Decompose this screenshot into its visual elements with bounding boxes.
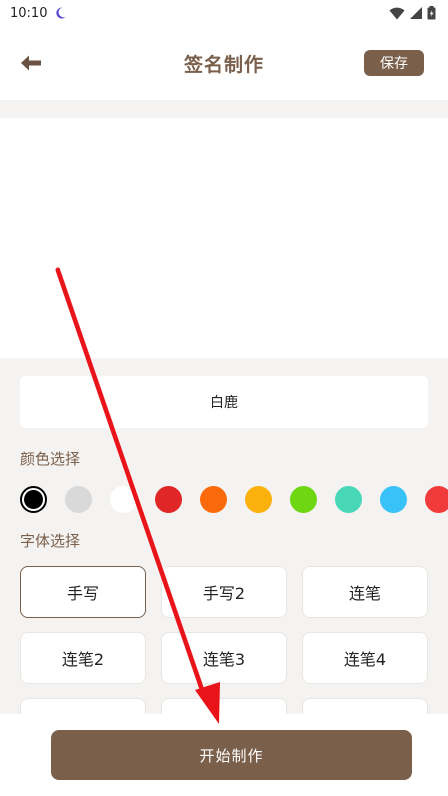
name-input[interactable]: 白鹿 — [20, 376, 428, 428]
bottom-bar: 开始制作 — [0, 714, 448, 796]
color-swatch[interactable] — [65, 485, 92, 513]
save-button[interactable]: 保存 — [364, 50, 424, 76]
wifi-icon — [389, 7, 405, 20]
color-swatch[interactable] — [245, 485, 272, 513]
status-left: 10:10 — [10, 6, 67, 21]
settings-panel: 白鹿 颜色选择 字体选择 手写 手写2 连笔连笔2 连笔3 连笔4 — [0, 358, 448, 718]
status-time: 10:10 — [10, 5, 48, 21]
status-right — [389, 6, 436, 20]
battery-icon — [427, 6, 436, 20]
color-swatch[interactable] — [380, 485, 407, 513]
selected-color-dot — [24, 489, 43, 509]
color-swatch[interactable] — [425, 485, 448, 513]
header: 签名制作 保存 — [0, 26, 448, 100]
signal-icon — [410, 7, 422, 19]
color-row — [20, 484, 448, 514]
status-bar: 10:10 — [0, 0, 448, 26]
font-grid: 手写 手写2 连笔连笔2 连笔3 连笔4 — [20, 566, 428, 718]
color-swatch[interactable] — [20, 485, 47, 513]
moon-icon — [53, 6, 67, 20]
color-swatch[interactable] — [110, 485, 137, 513]
font-option-button[interactable]: 手写 — [20, 566, 146, 618]
color-swatch[interactable] — [200, 485, 227, 513]
font-option-button[interactable]: 连笔 — [302, 566, 428, 618]
color-section-label: 颜色选择 — [20, 450, 81, 468]
start-button[interactable]: 开始制作 — [51, 730, 412, 780]
font-option-button[interactable]: 连笔2 — [20, 632, 146, 684]
divider-band — [0, 100, 448, 118]
font-option-button[interactable]: 连笔4 — [302, 632, 428, 684]
signature-canvas[interactable] — [0, 118, 448, 358]
color-swatch[interactable] — [155, 485, 182, 513]
font-section-label: 字体选择 — [20, 532, 81, 550]
font-option-button[interactable]: 手写2 — [161, 566, 287, 618]
font-option-button[interactable]: 连笔3 — [161, 632, 287, 684]
color-swatch[interactable] — [290, 485, 317, 513]
color-swatch[interactable] — [335, 485, 362, 513]
